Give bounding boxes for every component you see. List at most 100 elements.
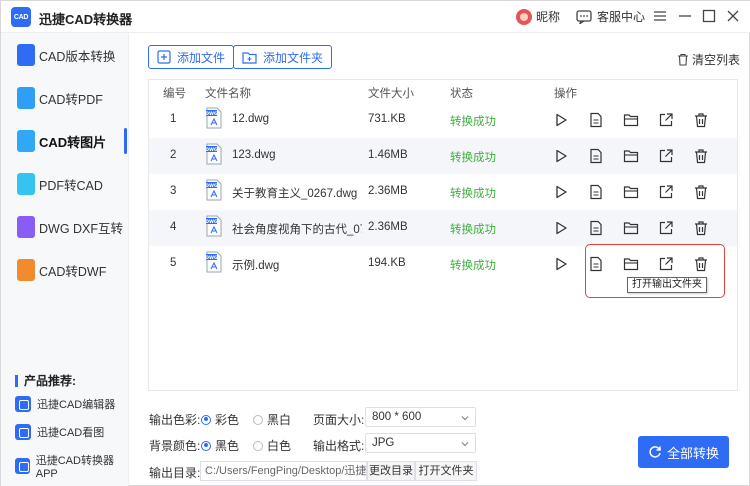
status-text: 转换成功 — [450, 188, 496, 200]
delete-icon[interactable] — [693, 112, 709, 128]
sidebar-item-label: DWG DXF互转 — [39, 221, 124, 236]
sidebar-item-cad-version[interactable]: CAD版本转换 — [1, 34, 129, 76]
svg-text:DWG: DWG — [206, 219, 218, 225]
page-size-select[interactable]: 800 * 600 — [365, 407, 476, 427]
dwg-file-icon: DWG — [206, 179, 222, 201]
chat-icon — [576, 9, 592, 24]
bg-option-black[interactable]: 黑色 — [201, 437, 239, 454]
close-icon[interactable] — [726, 9, 740, 23]
convert-icon[interactable] — [553, 220, 569, 236]
convert-icon[interactable] — [553, 112, 569, 128]
radio-selected-icon — [201, 414, 211, 425]
share-icon[interactable] — [658, 112, 674, 128]
recommend-item-viewer[interactable]: 迅捷CAD看图 — [15, 424, 104, 440]
app-title: 迅捷CAD转换器 — [39, 12, 133, 27]
header-size: 文件大小 — [368, 88, 414, 100]
table-header: 编号 文件名称 文件大小 状态 操作 — [149, 80, 737, 102]
status-text: 转换成功 — [450, 260, 496, 272]
cad-image-icon — [17, 130, 35, 152]
color-option-bw[interactable]: 黑白 — [253, 411, 291, 428]
user-menu[interactable]: 昵称 — [516, 8, 560, 25]
table-row: 4 DWG 社会角度视角下的古代_0771.... 2.36MB 转换成功 — [149, 210, 737, 246]
preview-icon[interactable] — [588, 112, 604, 128]
clear-list-button[interactable]: 清空列表 — [677, 51, 740, 68]
svg-text:DWG: DWG — [206, 183, 218, 189]
sidebar-item-cad-dwf[interactable]: CAD转DWF — [1, 249, 129, 291]
dwg-file-icon: DWG — [206, 107, 222, 129]
refresh-icon — [649, 446, 661, 458]
header-num: 编号 — [163, 88, 186, 100]
convert-all-button[interactable]: 全部转换 — [638, 436, 729, 468]
user-name: 昵称 — [536, 10, 561, 24]
recommend-item-app[interactable]: 迅捷CAD转换器APP — [15, 452, 128, 480]
maximize-icon[interactable] — [702, 9, 716, 23]
row-number: 4 — [170, 221, 177, 233]
sidebar-item-label: CAD转图片 — [39, 134, 107, 150]
share-icon[interactable] — [658, 220, 674, 236]
add-folder-button[interactable]: 添加文件夹 — [233, 45, 333, 69]
chevron-down-icon — [461, 416, 469, 421]
convert-icon[interactable] — [553, 256, 569, 272]
avatar — [516, 8, 532, 25]
delete-icon[interactable] — [693, 220, 709, 236]
header-name: 文件名称 — [205, 88, 251, 100]
sidebar-item-dwg-dxf[interactable]: DWG DXF互转 — [1, 206, 129, 248]
share-icon[interactable] — [658, 184, 674, 200]
table-row: 3 DWG 关于教育主义_0267.dwg 2.36MB 转换成功 — [149, 174, 737, 210]
sidebar-item-cad-image[interactable]: CAD转图片 — [1, 120, 129, 162]
header-status: 状态 — [450, 88, 473, 100]
file-size: 194.KB — [368, 257, 406, 269]
minimize-icon[interactable] — [678, 9, 692, 23]
output-dir-field[interactable]: C:/Users/FengPing/Desktop/迅捷C... — [200, 461, 367, 481]
open-folder-icon[interactable] — [623, 148, 639, 164]
delete-icon[interactable] — [693, 184, 709, 200]
output-format-select[interactable]: JPG — [365, 433, 476, 453]
add-file-button[interactable]: 添加文件 — [148, 45, 235, 69]
sidebar-item-label: CAD转PDF — [39, 92, 103, 107]
editor-app-icon — [15, 396, 31, 412]
customer-service-button[interactable]: 客服中心 — [576, 8, 645, 25]
file-name: 示例.dwg — [232, 260, 280, 272]
svg-text:DWG: DWG — [206, 111, 218, 117]
output-dir-label: 输出目录: — [149, 466, 201, 480]
output-color-label: 输出色彩: — [149, 413, 201, 427]
share-icon[interactable] — [658, 148, 674, 164]
dwg-file-icon: DWG — [206, 251, 222, 273]
file-name: 社会角度视角下的古代_0771.... — [232, 224, 362, 236]
row-number: 5 — [170, 257, 177, 269]
open-folder-icon[interactable] — [623, 112, 639, 128]
convert-icon[interactable] — [553, 148, 569, 164]
viewer-app-icon — [15, 424, 31, 440]
page-size-label: 页面大小: — [313, 413, 365, 427]
open-folder-icon[interactable] — [623, 184, 639, 200]
radio-selected-icon — [201, 440, 211, 451]
open-folder-icon[interactable] — [623, 220, 639, 236]
change-dir-button[interactable]: 更改目录 — [367, 461, 415, 481]
svg-text:DWG: DWG — [206, 147, 218, 153]
add-file-icon — [157, 50, 171, 64]
file-size: 2.36MB — [368, 221, 408, 233]
preview-icon[interactable] — [588, 220, 604, 236]
chevron-down-icon — [461, 442, 469, 447]
file-name: 关于教育主义_0267.dwg — [232, 188, 358, 200]
bg-color-label: 背景颜色: — [149, 439, 201, 453]
bg-option-white[interactable]: 白色 — [253, 437, 291, 454]
header-ops: 操作 — [554, 88, 577, 100]
recommend-item-editor[interactable]: 迅捷CAD编辑器 — [15, 396, 115, 412]
file-size: 1.46MB — [368, 149, 408, 161]
preview-icon[interactable] — [588, 184, 604, 200]
color-option-color[interactable]: 彩色 — [201, 411, 239, 428]
delete-icon[interactable] — [693, 148, 709, 164]
title-bar: CAD 迅捷CAD转换器 昵称 客服中心 — [1, 1, 750, 33]
dwg-file-icon: DWG — [206, 143, 222, 165]
output-format-label: 输出格式: — [313, 439, 365, 453]
preview-icon[interactable] — [588, 148, 604, 164]
menu-icon[interactable] — [653, 9, 667, 23]
open-folder-button[interactable]: 打开文件夹 — [415, 461, 477, 481]
cad-pdf-icon — [17, 87, 35, 109]
radio-icon — [253, 414, 263, 425]
sidebar-item-cad-pdf[interactable]: CAD转PDF — [1, 77, 129, 119]
status-text: 转换成功 — [450, 116, 496, 128]
sidebar-item-pdf-cad[interactable]: PDF转CAD — [1, 163, 129, 205]
convert-icon[interactable] — [553, 184, 569, 200]
